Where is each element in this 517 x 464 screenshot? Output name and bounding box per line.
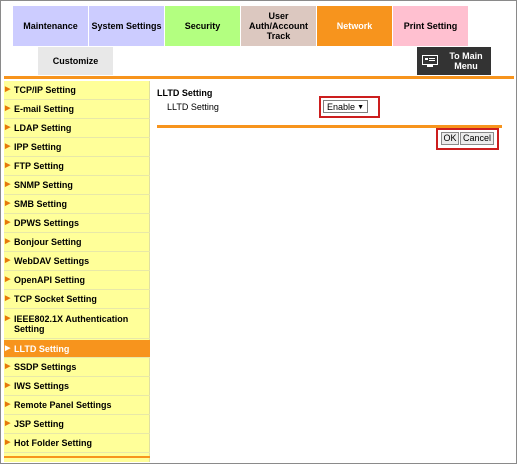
arrow-right-icon: ▶ [5, 124, 11, 131]
sidebar-item-label: Bonjour Setting [14, 237, 82, 247]
sidebar-item-tcp-socket[interactable]: ▶ TCP Socket Setting [4, 290, 150, 309]
caret-down-icon: ▼ [357, 104, 364, 111]
arrow-right-icon: ▶ [5, 439, 11, 446]
sidebar-item-lltd[interactable]: ▶ LLTD Setting [4, 340, 150, 358]
tab-network[interactable]: Network [317, 6, 392, 46]
arrow-right-icon: ▶ [5, 219, 11, 226]
tab-user-auth-account-track[interactable]: User Auth/Account Track [241, 6, 316, 46]
page-title: LLTD Setting [157, 88, 213, 98]
page-frame: Maintenance System Settings Security Use… [0, 0, 517, 464]
tab-label: Security [184, 21, 221, 31]
sidebar-item-ieee8021x[interactable]: ▶ IEEE802.1X Authentication Setting [4, 309, 150, 339]
arrow-right-icon: ▶ [5, 86, 11, 93]
sidebar-item-openapi[interactable]: ▶ OpenAPI Setting [4, 271, 150, 290]
arrow-right-icon: ▶ [5, 257, 11, 264]
arrow-right-icon: ▶ [5, 105, 11, 112]
sidebar-item-label: JSP Setting [14, 419, 64, 429]
sidebar-item-label: SNMP Setting [14, 180, 73, 190]
sidebar-item-label: E-mail Setting [14, 104, 75, 114]
arrow-right-icon: ▶ [5, 401, 11, 408]
sidebar-item-label: LLTD Setting [14, 343, 70, 354]
sidebar-item-label: LDAP Setting [14, 123, 72, 133]
sidebar-item-snmp[interactable]: ▶ SNMP Setting [4, 176, 150, 195]
sidebar: ▶ TCP/IP Setting ▶ E-mail Setting ▶ LDAP… [4, 81, 150, 462]
sidebar-item-ipp[interactable]: ▶ IPP Setting [4, 138, 150, 157]
sidebar-item-label: WebDAV Settings [14, 256, 90, 266]
arrow-right-icon: ▶ [5, 420, 11, 427]
tab-label: Print Setting [403, 21, 458, 31]
arrow-right-icon: ▶ [5, 363, 11, 370]
sidebar-item-webdav[interactable]: ▶ WebDAV Settings [4, 252, 150, 271]
tab-security[interactable]: Security [165, 6, 240, 46]
sidebar-item-label: IPP Setting [14, 142, 62, 152]
tab-print-setting[interactable]: Print Setting [393, 6, 468, 46]
tab-label: Customize [52, 56, 99, 66]
arrow-right-icon: ▶ [5, 181, 11, 188]
sidebar-item-label: Remote Panel Settings [14, 400, 112, 410]
sidebar-item-label: OpenAPI Setting [14, 275, 86, 285]
sidebar-item-label: IEEE802.1X Authentication Setting [14, 314, 129, 334]
sidebar-bottom-rule [4, 456, 150, 458]
sidebar-item-dpws[interactable]: ▶ DPWS Settings [4, 214, 150, 233]
arrow-right-icon: ▶ [5, 315, 11, 322]
tab-system-settings[interactable]: System Settings [89, 6, 164, 46]
cancel-button[interactable]: Cancel [460, 132, 494, 145]
to-main-menu-button[interactable]: To Main Menu [417, 47, 491, 75]
select-value: Enable [327, 102, 356, 112]
sidebar-item-label: TCP/IP Setting [14, 85, 76, 95]
sidebar-item-jsp[interactable]: ▶ JSP Setting [4, 415, 150, 434]
tab-label: System Settings [91, 21, 162, 31]
arrow-right-icon: ▶ [5, 344, 11, 352]
monitor-icon [422, 55, 438, 67]
arrow-right-icon: ▶ [5, 295, 11, 302]
arrow-right-icon: ▶ [5, 162, 11, 169]
sidebar-item-tcp-ip[interactable]: ▶ TCP/IP Setting [4, 81, 150, 100]
arrow-right-icon: ▶ [5, 238, 11, 245]
sidebar-item-label: Hot Folder Setting [14, 438, 92, 448]
arrow-right-icon: ▶ [5, 382, 11, 389]
tab-label: Maintenance [23, 21, 78, 31]
sidebar-item-label: DPWS Settings [14, 218, 80, 228]
sidebar-item-label: SMB Setting [14, 199, 67, 209]
sidebar-item-bonjour[interactable]: ▶ Bonjour Setting [4, 233, 150, 252]
lltd-setting-select[interactable]: Enable ▼ [323, 100, 368, 113]
arrow-right-icon: ▶ [5, 143, 11, 150]
tab-maintenance[interactable]: Maintenance [13, 6, 88, 46]
tab-label: Network [336, 21, 373, 31]
lltd-setting-label: LLTD Setting [167, 102, 219, 112]
sidebar-item-label: IWS Settings [14, 381, 70, 391]
sidebar-item-remote-panel[interactable]: ▶ Remote Panel Settings [4, 396, 150, 415]
tab-customize[interactable]: Customize [38, 47, 113, 75]
sidebar-item-hot-folder[interactable]: ▶ Hot Folder Setting [4, 434, 150, 453]
sidebar-item-smb[interactable]: ▶ SMB Setting [4, 195, 150, 214]
tab-label: User Auth/Account Track [249, 11, 309, 41]
sidebar-item-ldap[interactable]: ▶ LDAP Setting [4, 119, 150, 138]
sidebar-item-ssdp[interactable]: ▶ SSDP Settings [4, 358, 150, 377]
sidebar-item-email[interactable]: ▶ E-mail Setting [4, 100, 150, 119]
ok-button[interactable]: OK [441, 132, 459, 145]
sidebar-item-label: SSDP Settings [14, 362, 77, 372]
arrow-right-icon: ▶ [5, 276, 11, 283]
header-divider [4, 76, 514, 79]
sidebar-item-label: FTP Setting [14, 161, 64, 171]
to-main-menu-label: To Main Menu [449, 51, 483, 71]
arrow-right-icon: ▶ [5, 200, 11, 207]
sidebar-item-iws[interactable]: ▶ IWS Settings [4, 377, 150, 396]
sidebar-item-ftp[interactable]: ▶ FTP Setting [4, 157, 150, 176]
sidebar-item-label: TCP Socket Setting [14, 294, 97, 304]
